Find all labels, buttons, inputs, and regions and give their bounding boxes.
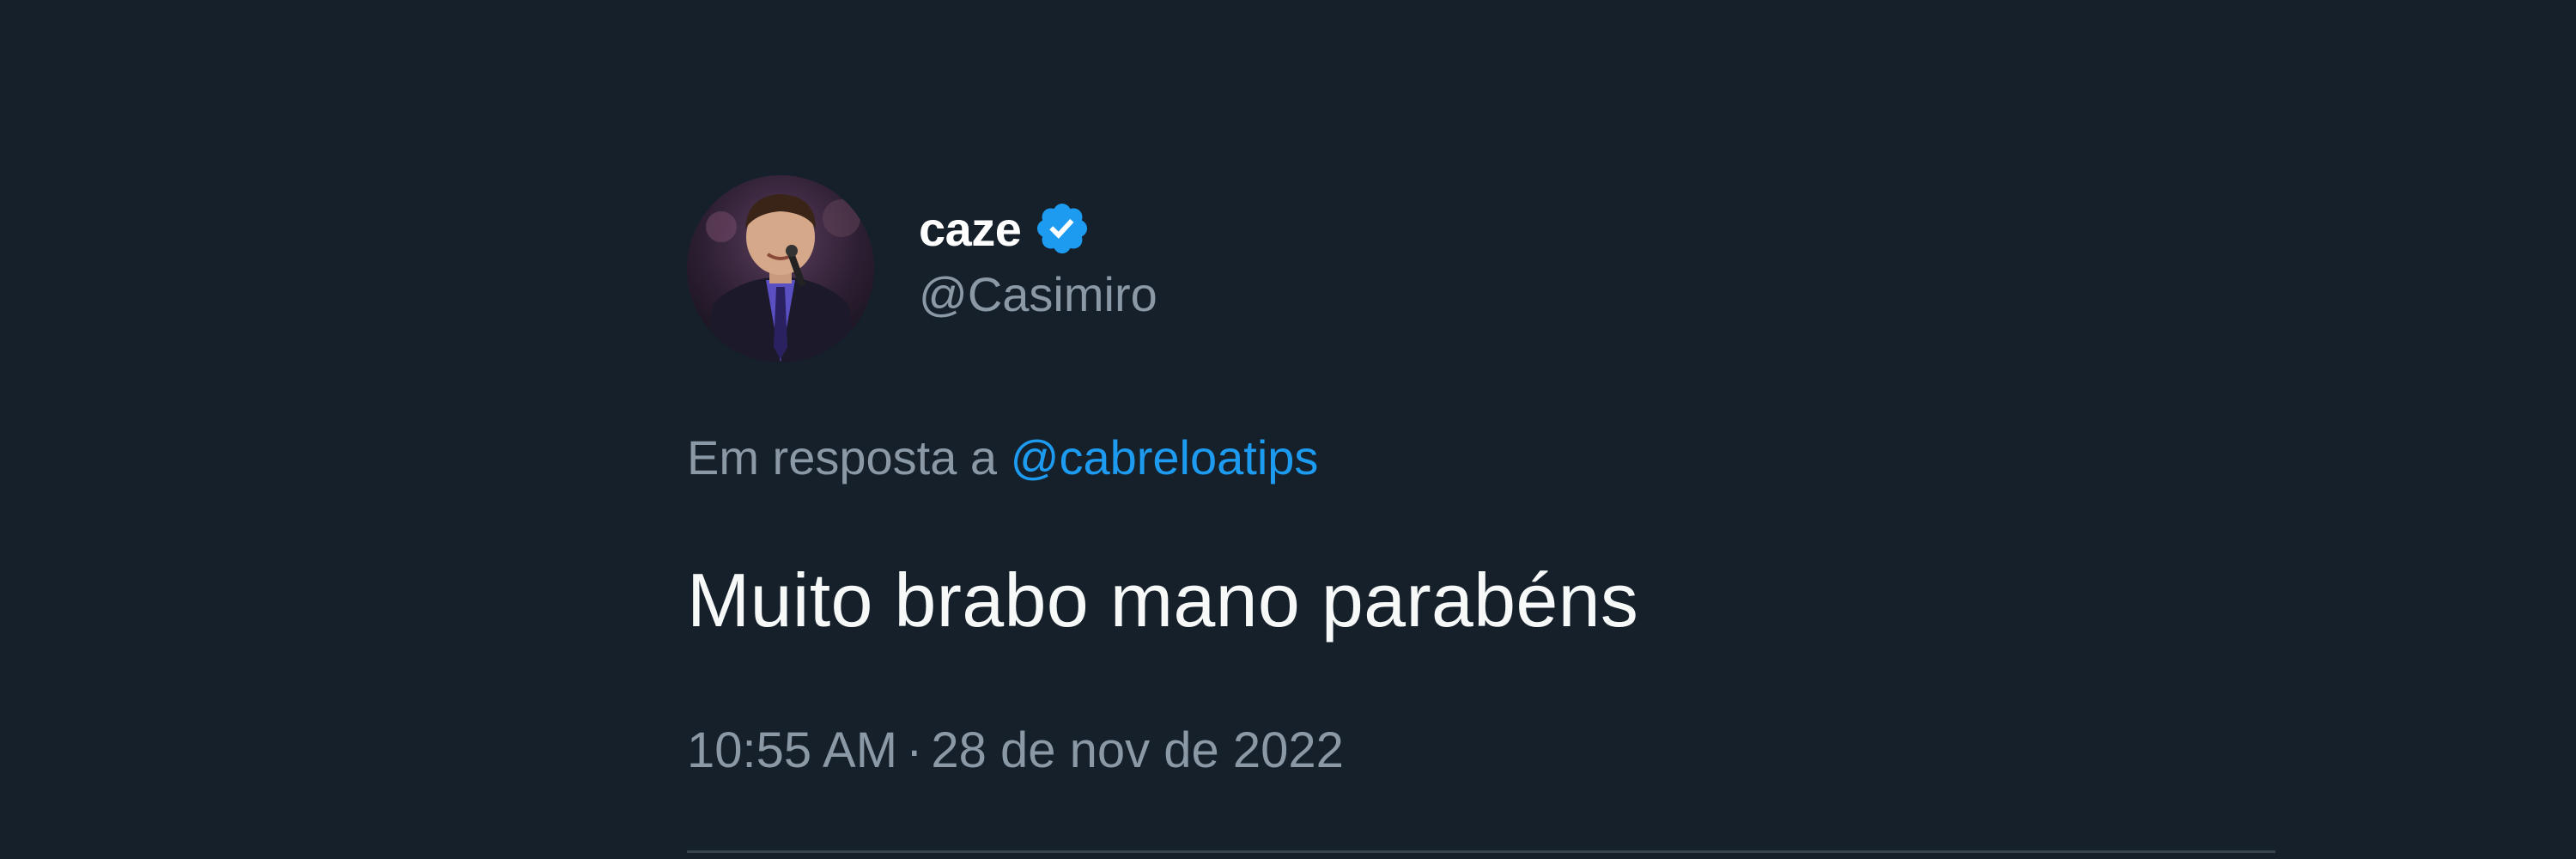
meta-separator: · xyxy=(906,722,923,778)
tweet-timestamp[interactable]: 10:55 AM · 28 de nov de 2022 xyxy=(687,722,1344,779)
author-block: caze @Casimiro xyxy=(919,198,1157,322)
avatar-photo-icon xyxy=(687,175,874,362)
tweet-card: caze @Casimiro Em resposta a @cabreloati… xyxy=(687,175,2275,859)
display-name-row: caze xyxy=(919,198,1157,259)
reply-prefix: Em resposta a xyxy=(687,430,1011,484)
divider xyxy=(687,850,2275,853)
reply-context: Em resposta a @cabreloatips xyxy=(687,430,1318,485)
tweet-date: 28 de nov de 2022 xyxy=(931,722,1344,778)
verified-badge-icon[interactable] xyxy=(1033,199,1091,258)
tweet-time: 10:55 AM xyxy=(687,722,898,778)
user-handle[interactable]: @Casimiro xyxy=(919,266,1157,322)
avatar[interactable] xyxy=(687,175,874,362)
reply-mention-link[interactable]: @cabreloatips xyxy=(1011,430,1319,484)
tweet-text: Muito brabo mano parabéns xyxy=(687,557,1639,643)
display-name[interactable]: caze xyxy=(919,201,1022,257)
